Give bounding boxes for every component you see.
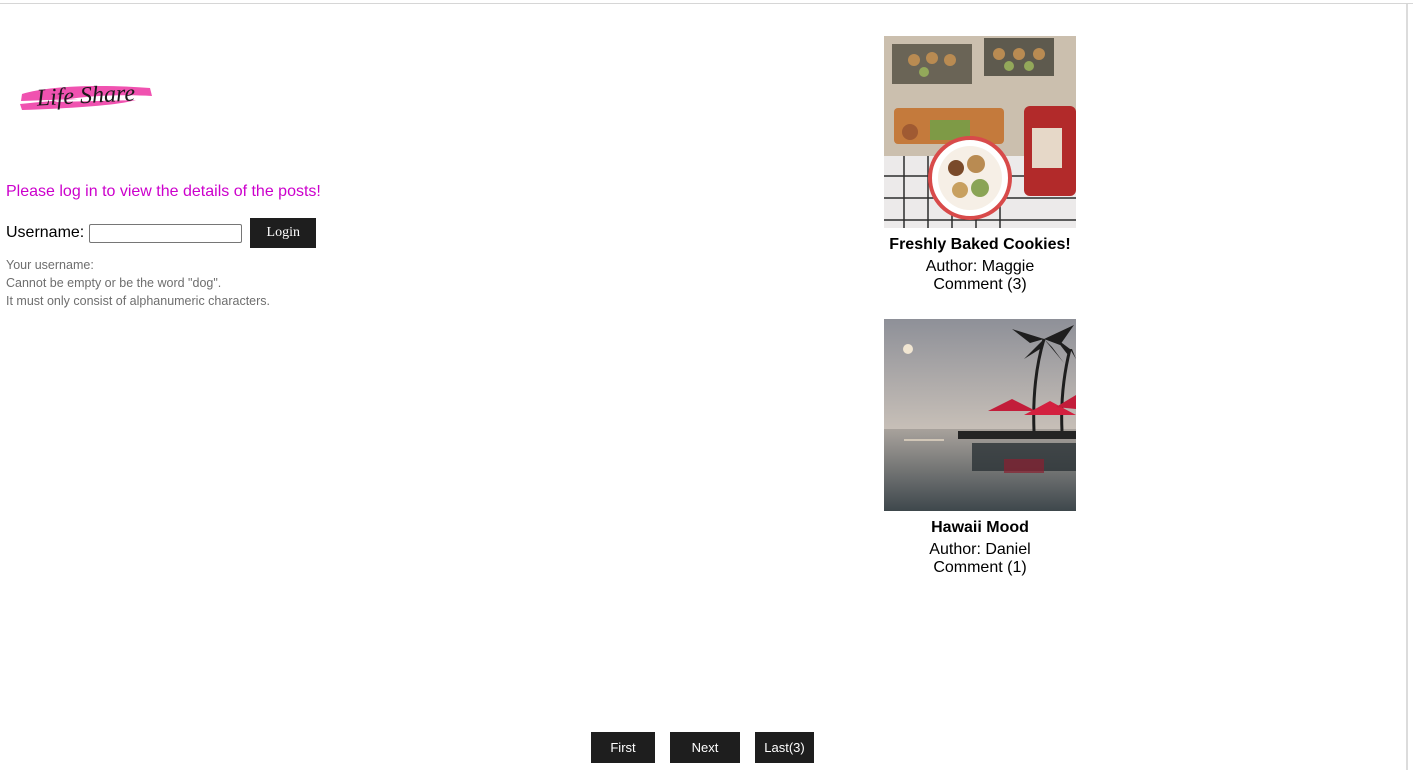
hint-line: It must only consist of alphanumeric cha… [6,294,271,308]
cookies-photo[interactable] [884,36,1076,228]
scrollbar-track[interactable] [1406,4,1408,770]
post-author: Author: Daniel [929,541,1031,558]
hint-line: Your username: [6,258,94,272]
hawaii-pool-sunset-photo[interactable] [884,319,1076,511]
username-hint: Your username: Cannot be empty or be the… [6,256,270,310]
login-prompt: Please log in to view the details of the… [6,183,321,200]
logo-text: Life Share [35,80,136,111]
last-page-button[interactable]: Last(3) [755,732,814,763]
username-label: Username: [6,224,85,241]
post-card[interactable]: Hawaii Mood Author: Daniel Comment (1) [884,319,1076,577]
login-button[interactable]: Login [250,218,317,248]
login-form: Username: Login [6,218,317,248]
post-title[interactable]: Hawaii Mood [884,518,1076,537]
post-title[interactable]: Freshly Baked Cookies! [884,235,1076,254]
next-page-button[interactable]: Next [670,732,740,763]
post-comment-count[interactable]: Comment (1) [884,559,1076,577]
post-card[interactable]: Freshly Baked Cookies! Author: Maggie Co… [884,36,1076,294]
life-share-logo: Life Share [18,74,156,118]
username-input[interactable] [89,223,243,243]
top-divider [0,3,1413,4]
first-page-button[interactable]: First [591,732,655,763]
post-comment-count[interactable]: Comment (3) [884,276,1076,294]
post-author: Author: Maggie [925,258,1035,275]
hint-line: Cannot be empty or be the word "dog". [6,276,222,290]
